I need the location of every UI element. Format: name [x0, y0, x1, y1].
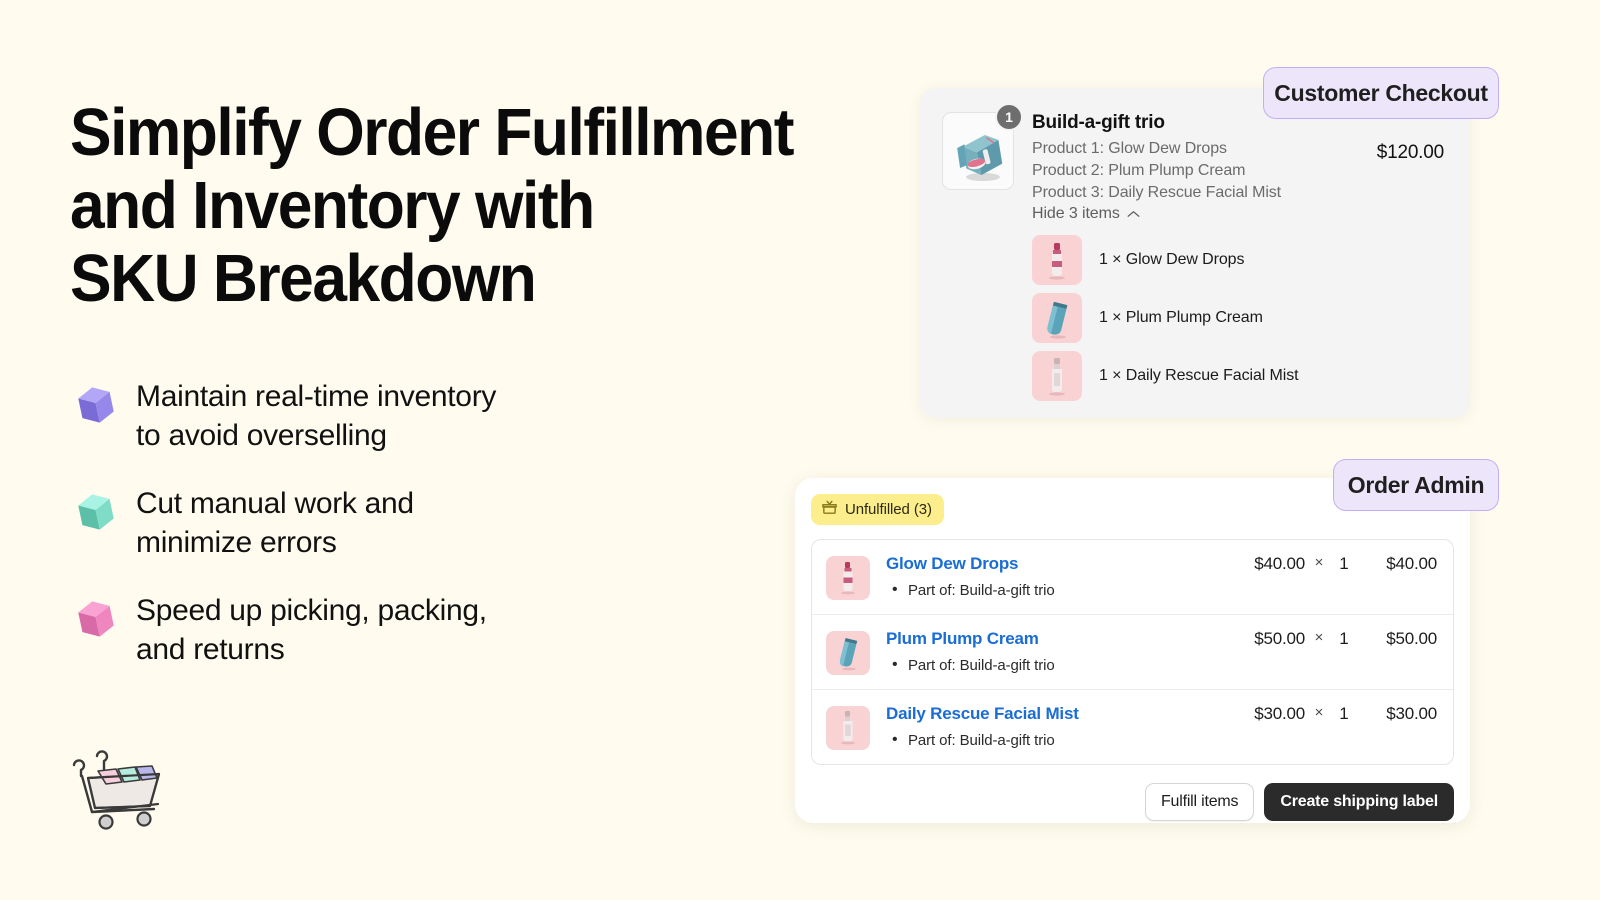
line-total: $30.00: [1386, 704, 1437, 723]
quantity-value: 1: [1339, 704, 1349, 723]
chevron-up-icon: [1127, 205, 1140, 223]
bundle-thumbnail-wrap: 1: [942, 103, 1023, 190]
list-item: Cut manual work and minimize errors: [70, 482, 870, 562]
part-of-label: Part of: Build-a-gift trio: [886, 656, 1231, 674]
product-link[interactable]: Plum Plump Cream: [886, 629, 1039, 648]
child-item-label: 1 × Plum Plump Cream: [1099, 309, 1263, 326]
child-item-label: 1 × Daily Rescue Facial Mist: [1099, 367, 1299, 384]
mist-bottle-icon: [1032, 351, 1082, 401]
package-icon: [821, 499, 838, 520]
list-item: 1 × Glow Dew Drops: [1032, 235, 1444, 285]
table-row: Daily Rescue Facial Mist Part of: Build-…: [812, 690, 1453, 764]
line-item-details: Plum Plump Cream Part of: Build-a-gift t…: [886, 629, 1231, 674]
status-badge-label: Unfulfilled (3): [845, 501, 932, 518]
status-badge: Unfulfilled (3): [811, 494, 944, 525]
multiply-symbol: ×: [1314, 629, 1324, 646]
line-item-details: Glow Dew Drops Part of: Build-a-gift tri…: [886, 554, 1231, 599]
list-item: 1 × Plum Plump Cream: [1032, 293, 1444, 343]
page-title: Simplify Order Fulfillment and Inventory…: [70, 95, 794, 316]
quantity-badge: 1: [995, 103, 1023, 131]
product-link[interactable]: Daily Rescue Facial Mist: [886, 704, 1079, 723]
unit-price: $50.00: [1254, 629, 1305, 648]
quantity-value: 1: [1339, 554, 1349, 573]
bundle-info: Build-a-gift trio Product 1: Glow Dew Dr…: [1032, 112, 1377, 223]
hero-section: Simplify Order Fulfillment and Inventory…: [70, 96, 870, 669]
dropper-bottle-icon: [826, 556, 870, 600]
product-link[interactable]: Glow Dew Drops: [886, 554, 1018, 573]
order-admin-card: Unfulfilled (3) Glow Dew Drops Part of: …: [795, 478, 1470, 823]
checkout-bundle-row: 1 Build-a-gift trio Product 1: Glow Dew …: [942, 103, 1444, 223]
list-item: Maintain real-time inventory to avoid ov…: [70, 375, 870, 455]
bundle-component-2: Product 2: Plum Plump Cream: [1032, 162, 1246, 179]
benefit-list: Maintain real-time inventory to avoid ov…: [70, 375, 870, 669]
create-shipping-label-button[interactable]: Create shipping label: [1264, 783, 1454, 821]
bundle-price: $120.00: [1376, 142, 1444, 163]
label-order-admin: Order Admin: [1333, 459, 1499, 511]
line-total: $40.00: [1386, 554, 1437, 573]
label-customer-checkout: Customer Checkout: [1263, 67, 1499, 119]
multiply-symbol: ×: [1314, 554, 1324, 571]
cream-tube-icon: [1032, 293, 1082, 343]
part-of-label: Part of: Build-a-gift trio: [886, 731, 1231, 749]
cream-tube-icon: [826, 631, 870, 675]
shopping-cart-icon: [62, 738, 172, 830]
list-item: Speed up picking, packing, and returns: [70, 589, 870, 669]
order-line-table: Glow Dew Drops Part of: Build-a-gift tri…: [811, 539, 1454, 765]
list-item: 1 × Daily Rescue Facial Mist: [1032, 351, 1444, 401]
unit-price: $30.00: [1254, 704, 1305, 723]
list-item-label: Speed up picking, packing, and returns: [136, 594, 487, 666]
line-item-details: Daily Rescue Facial Mist Part of: Build-…: [886, 704, 1231, 749]
quantity-value: 1: [1339, 629, 1349, 648]
table-row: Plum Plump Cream Part of: Build-a-gift t…: [812, 615, 1453, 690]
table-row: Glow Dew Drops Part of: Build-a-gift tri…: [812, 540, 1453, 615]
hide-items-label: Hide 3 items: [1032, 205, 1120, 222]
hide-items-toggle[interactable]: Hide 3 items: [1032, 205, 1140, 223]
unit-price: $40.00: [1254, 554, 1305, 573]
fulfill-items-button[interactable]: Fulfill items: [1144, 783, 1255, 821]
cube-icon-teal: [70, 486, 122, 538]
bundle-component-1: Product 1: Glow Dew Drops: [1032, 140, 1227, 157]
dropper-bottle-icon: [1032, 235, 1082, 285]
customer-checkout-card: 1 Build-a-gift trio Product 1: Glow Dew …: [920, 88, 1470, 418]
cube-icon-pink: [70, 593, 122, 645]
mist-bottle-icon: [826, 706, 870, 750]
list-item-label: Maintain real-time inventory to avoid ov…: [136, 380, 497, 452]
admin-action-bar: Fulfill items Create shipping label: [811, 783, 1454, 821]
cube-icon-purple: [70, 379, 122, 431]
child-item-label: 1 × Glow Dew Drops: [1099, 251, 1245, 268]
line-total: $50.00: [1386, 629, 1437, 648]
list-item-label: Cut manual work and minimize errors: [136, 487, 414, 559]
part-of-label: Part of: Build-a-gift trio: [886, 581, 1231, 599]
bundle-child-list: 1 × Glow Dew Drops 1 × Plum Plump Cream: [1032, 235, 1444, 401]
multiply-symbol: ×: [1314, 704, 1324, 721]
bundle-component-3: Product 3: Daily Rescue Facial Mist: [1032, 184, 1282, 201]
